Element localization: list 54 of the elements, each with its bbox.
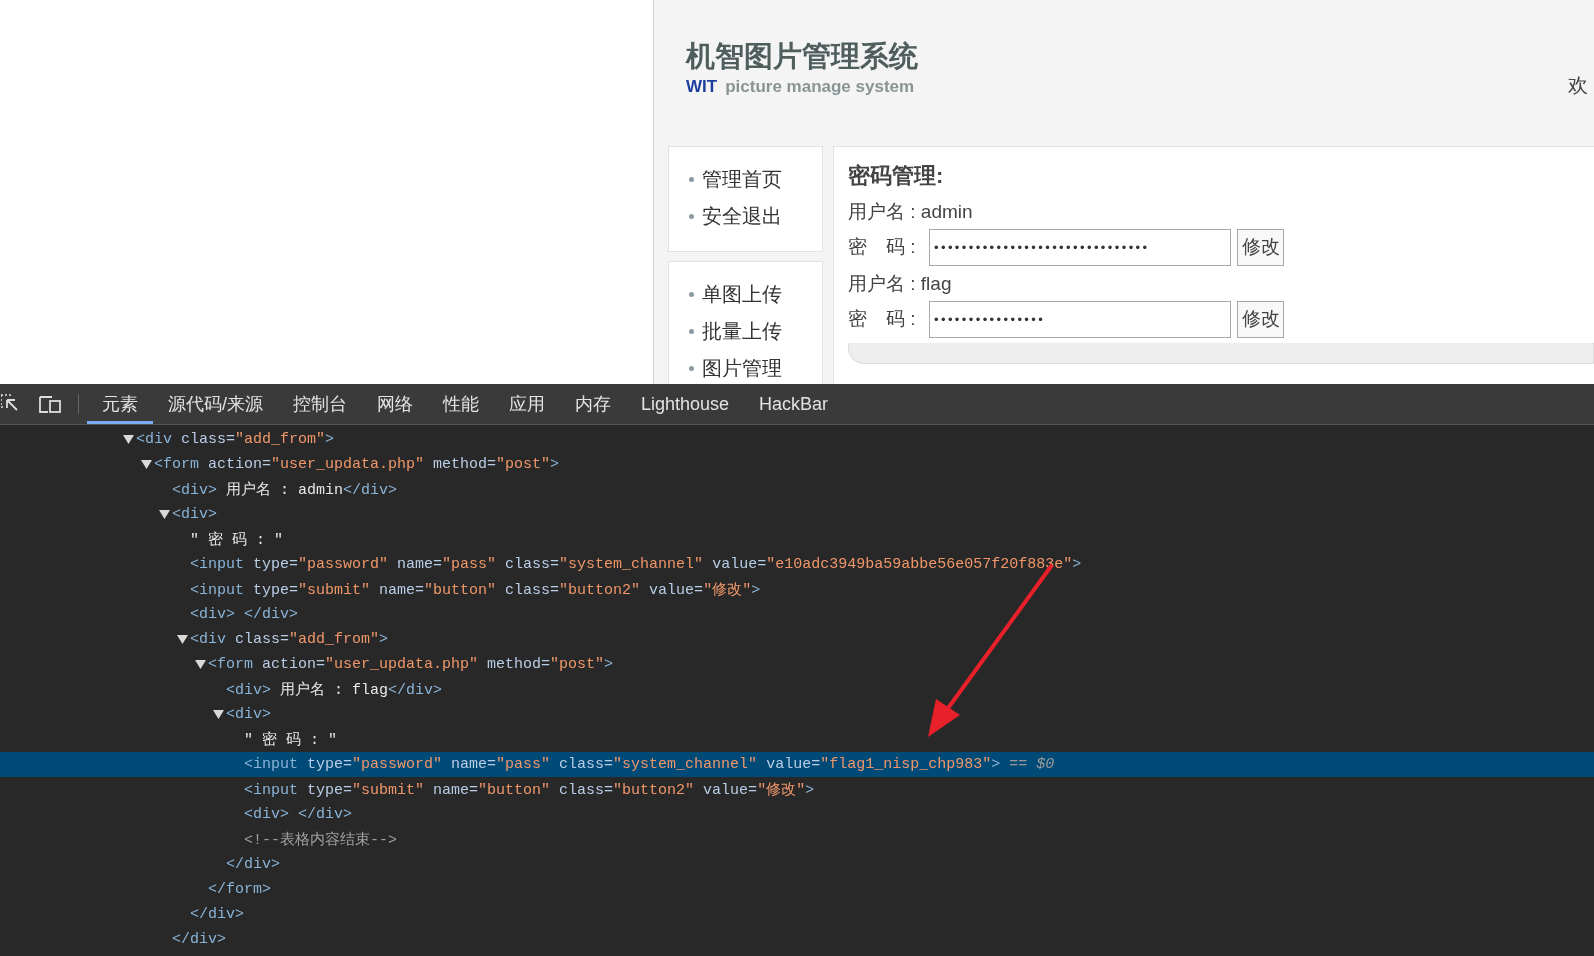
devtools-tab[interactable]: 应用 [494, 384, 560, 424]
tagline: picture manage system [725, 76, 915, 98]
code-line[interactable]: <div> [226, 706, 271, 723]
devtools-tab[interactable]: 元素 [87, 384, 153, 424]
devtools-tab[interactable]: 性能 [428, 384, 494, 424]
code-line[interactable]: <form action="user_updata.php" method="post"> [154, 456, 560, 473]
code-line[interactable]: <div class="add_from"> [136, 431, 335, 448]
modify-button[interactable]: 修改 [1237, 228, 1284, 266]
menu-link[interactable]: 图片管理 [689, 354, 782, 382]
menu-link[interactable]: 单图上传 [689, 280, 782, 308]
password-label: 密 码 : [848, 307, 917, 331]
password-label: 密 码 : [848, 235, 917, 259]
panel-heading: 密码管理: [848, 162, 945, 190]
code-line[interactable]: " 密 码 : " [244, 730, 337, 749]
code-line[interactable]: <div> </div> [190, 606, 299, 623]
modify-button[interactable]: 修改 [1237, 300, 1284, 338]
code-line[interactable]: </div> [172, 931, 226, 948]
code-line[interactable]: </form> [208, 881, 271, 898]
devtools-tab[interactable]: 控制台 [278, 384, 362, 424]
code-line[interactable]: <div> [172, 506, 217, 523]
expand-triangle-icon[interactable] [177, 635, 188, 644]
expand-triangle-icon[interactable] [213, 710, 224, 719]
code-line[interactable]: <!--表格内容结束--> [244, 830, 397, 849]
device-toggle-icon[interactable] [38, 394, 64, 414]
expand-triangle-icon[interactable] [141, 460, 152, 469]
code-line[interactable]: </div> [190, 906, 244, 923]
code-line[interactable]: </div> [226, 856, 280, 873]
password-field[interactable]: •••••••••••••••• [929, 300, 1231, 338]
devtools-tab[interactable]: 网络 [362, 384, 428, 424]
code-line[interactable]: <input type="password" name="pass" class="system_channel" value="e10adc3949ba59abbe56e057f20f883e"> [190, 556, 1082, 573]
welcome-text: 欢 [1568, 73, 1588, 98]
expand-triangle-icon[interactable] [123, 435, 134, 444]
code-line[interactable]: <input type="submit" name="button" class="button2" value="修改"> [244, 780, 815, 799]
expand-triangle-icon[interactable] [195, 660, 206, 669]
code-line[interactable]: <div class="add_from"> [190, 631, 389, 648]
password-field[interactable]: ••••••••••••••••••••••••••••••• [929, 228, 1231, 266]
site-title: 机智图片管理系统 [686, 39, 918, 74]
username-text: 用户名 : flag [848, 272, 952, 296]
code-line[interactable]: <input type="submit" name="button" class="button2" value="修改"> [190, 580, 761, 599]
devtools-tab[interactable]: 内存 [560, 384, 626, 424]
code-line[interactable]: <div> </div> [244, 806, 353, 823]
code-line[interactable]: <div> 用户名 : admin</div> [172, 480, 398, 499]
expand-triangle-icon[interactable] [159, 510, 170, 519]
code-line[interactable]: <div> 用户名 : flag</div> [226, 680, 443, 699]
menu-link[interactable]: 安全退出 [689, 202, 782, 230]
code-line[interactable]: <form action="user_updata.php" method="post"> [208, 656, 614, 673]
brand-mark: WIT [686, 76, 718, 98]
menu-link[interactable]: 批量上传 [689, 317, 782, 345]
menu-link[interactable]: 管理首页 [689, 165, 782, 193]
code-line[interactable]: " 密 码 : " [190, 530, 283, 549]
devtools-tab[interactable]: Lighthouse [626, 384, 745, 424]
devtools-tab[interactable]: HackBar [744, 384, 844, 424]
devtools-tab[interactable]: 源代码/来源 [153, 384, 278, 424]
username-text: 用户名 : admin [848, 200, 973, 224]
